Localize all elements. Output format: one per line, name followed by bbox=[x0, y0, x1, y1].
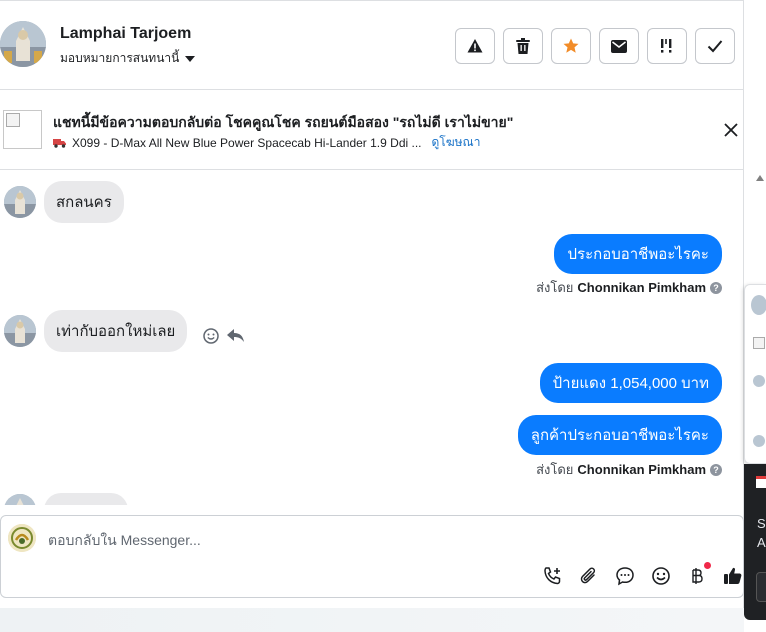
saved-replies-button[interactable] bbox=[613, 564, 637, 588]
assign-label: มอบหมายการสนทนานี้ bbox=[60, 51, 180, 65]
contact-avatar-small[interactable] bbox=[4, 494, 36, 505]
contact-avatar[interactable] bbox=[0, 21, 46, 67]
outgoing-message-bubble: ป้ายแดง 1,054,000 บาท bbox=[539, 363, 722, 403]
trash-icon bbox=[516, 38, 530, 54]
star-icon bbox=[563, 38, 579, 53]
call-button[interactable] bbox=[541, 564, 565, 588]
dark-button-partial[interactable] bbox=[756, 572, 766, 602]
avatar bbox=[753, 375, 765, 387]
sent-by-prefix: ส่งโดย bbox=[536, 462, 574, 477]
sent-by-label: ส่งโดย Chonnikan Pimkham ? bbox=[536, 277, 722, 298]
ad-subtitle-row: X099 - D-Max All New Blue Power Spacecab… bbox=[53, 133, 480, 152]
dark-text-line-1: S bbox=[757, 516, 766, 531]
baht-icon bbox=[692, 568, 703, 584]
close-ad-button[interactable] bbox=[721, 120, 741, 140]
close-icon bbox=[724, 123, 738, 137]
chat-bubble-icon bbox=[616, 567, 634, 586]
sent-by-label: ส่งโดย Chonnikan Pimkham ? bbox=[536, 459, 722, 480]
outgoing-message-bubble: ประกอบอาชีพอะไรคะ bbox=[554, 234, 722, 274]
payment-button[interactable] bbox=[685, 562, 711, 588]
message-thread: สกลนคร ประกอบอาชีพอะไรคะ ส่งโดย Chonnika… bbox=[0, 171, 744, 505]
delete-button[interactable] bbox=[503, 28, 543, 64]
conversation-header: Lamphai Tarjoem มอบหมายการสนทนานี้ bbox=[0, 0, 744, 90]
outgoing-message-bubble: ลูกค้าประกอบอาชีพอะไรคะ bbox=[517, 415, 722, 455]
truck-icon bbox=[53, 138, 66, 148]
follow-up-button[interactable] bbox=[647, 28, 687, 64]
thumbnail bbox=[753, 337, 765, 349]
ad-subtitle: X099 - D-Max All New Blue Power Spacecab… bbox=[72, 135, 422, 150]
help-icon[interactable]: ? bbox=[710, 463, 722, 476]
footer-strip bbox=[0, 608, 744, 632]
message-bubble: สกลนคร bbox=[44, 181, 124, 223]
reply-icon[interactable] bbox=[227, 329, 245, 343]
check-icon bbox=[707, 40, 723, 53]
contact-name: Lamphai Tarjoem bbox=[60, 25, 192, 42]
sent-by-agent: Chonnikan Pimkham bbox=[577, 462, 706, 477]
avatar bbox=[751, 295, 766, 315]
message-bubble bbox=[44, 493, 128, 505]
message-bubble: เท่ากับออกใหม่เลย bbox=[44, 310, 188, 352]
scroll-up-arrow[interactable] bbox=[756, 175, 764, 181]
avatar bbox=[753, 435, 765, 447]
assign-conversation-dropdown[interactable]: มอบหมายการสนทนานี้ bbox=[60, 49, 196, 68]
message-tools bbox=[203, 328, 245, 344]
dark-text-line-2: A bbox=[757, 535, 766, 550]
page-avatar bbox=[8, 524, 36, 552]
ad-title: แชทนี้มีข้อความตอบกลับต่อ โชคคูณโชค รถยน… bbox=[53, 114, 514, 130]
calendar-icon bbox=[756, 476, 766, 488]
ad-thumbnail bbox=[3, 110, 42, 149]
like-button[interactable] bbox=[721, 564, 745, 588]
emoji-icon bbox=[652, 567, 670, 585]
reply-input[interactable] bbox=[48, 528, 688, 552]
incoming-message-row: เท่ากับออกใหม่เลย bbox=[4, 310, 245, 352]
report-button[interactable] bbox=[455, 28, 495, 64]
sent-by-prefix: ส่งโดย bbox=[536, 280, 574, 295]
envelope-icon bbox=[611, 39, 627, 53]
ad-context-bar: แชทนี้มีข้อความตอบกลับต่อ โชคคูณโชค รถยน… bbox=[0, 90, 744, 170]
star-button[interactable] bbox=[551, 28, 591, 64]
done-button[interactable] bbox=[695, 28, 735, 64]
attach-button[interactable] bbox=[577, 564, 601, 588]
help-icon[interactable]: ? bbox=[710, 281, 722, 294]
exclamation-icon bbox=[661, 39, 672, 53]
reply-composer bbox=[0, 515, 744, 598]
incoming-message-row: สกลนคร bbox=[4, 181, 124, 223]
notification-dot bbox=[704, 562, 711, 569]
chevron-down-icon bbox=[185, 55, 196, 62]
header-actions bbox=[455, 28, 735, 64]
emoji-button[interactable] bbox=[649, 564, 673, 588]
contact-avatar-small[interactable] bbox=[4, 315, 36, 347]
contact-avatar-small[interactable] bbox=[4, 186, 36, 218]
side-popup-partial bbox=[744, 284, 766, 464]
paperclip-icon bbox=[580, 567, 596, 584]
thumbs-up-icon bbox=[724, 567, 742, 584]
phone-add-icon bbox=[544, 567, 561, 585]
mark-unread-button[interactable] bbox=[599, 28, 639, 64]
composer-tools bbox=[541, 562, 745, 588]
warning-icon bbox=[467, 39, 483, 53]
conversation-panel: Lamphai Tarjoem มอบหมายการสนทนานี้ แชทนี… bbox=[0, 0, 744, 632]
sent-by-agent: Chonnikan Pimkham bbox=[577, 280, 706, 295]
incoming-message-row-partial bbox=[4, 493, 128, 505]
emoji-react-icon[interactable] bbox=[203, 328, 220, 344]
view-ad-link[interactable]: ดูโฆษณา bbox=[432, 133, 481, 152]
